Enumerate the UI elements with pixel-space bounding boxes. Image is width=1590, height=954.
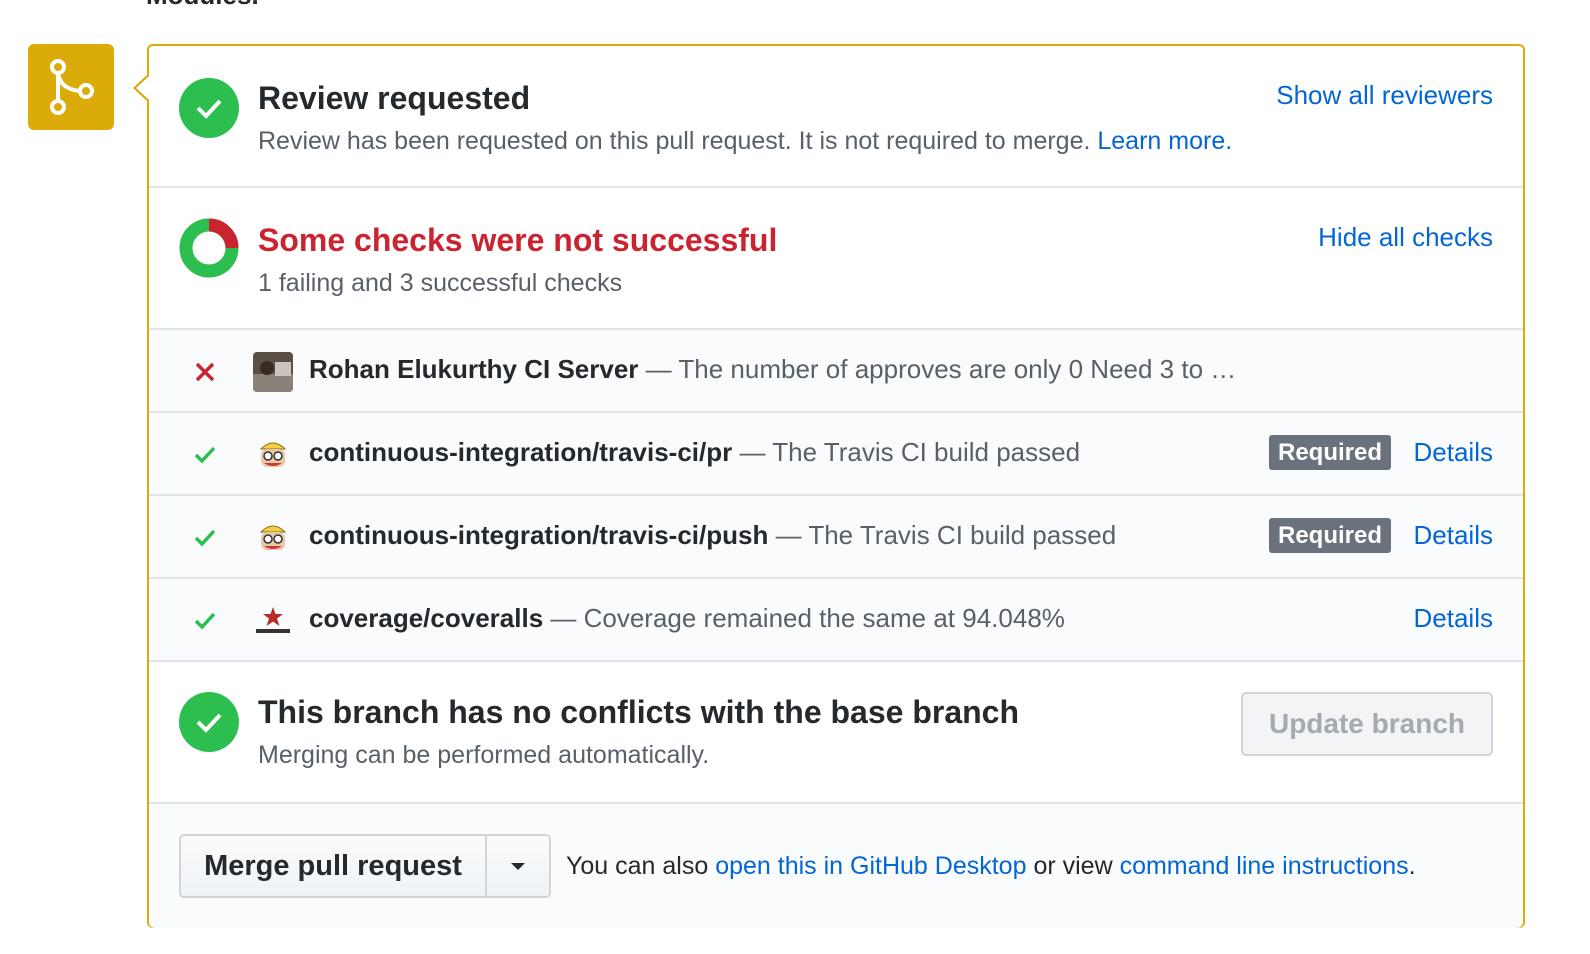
travis-ci-avatar — [253, 518, 293, 558]
update-branch-button[interactable]: Update branch — [1241, 692, 1493, 756]
coveralls-avatar — [253, 601, 293, 641]
check-text: continuous-integration/travis-ci/push — … — [309, 520, 1116, 551]
merge-status-panel: Review requested Review has been request… — [147, 44, 1525, 928]
merge-actions-section: Merge pull request You can also open thi… — [149, 804, 1523, 928]
check-circle-icon — [179, 78, 239, 138]
details-link[interactable]: Details — [1414, 437, 1493, 468]
merge-button-group: Merge pull request — [179, 834, 551, 898]
avatar — [253, 352, 293, 392]
check-text: continuous-integration/travis-ci/pr — Th… — [309, 437, 1080, 468]
github-desktop-link[interactable]: open this in GitHub Desktop — [715, 852, 1026, 880]
check-row: continuous-integration/travis-ci/push — … — [149, 496, 1523, 579]
review-description: Review has been requested on this pull r… — [258, 127, 1233, 155]
merge-options-dropdown[interactable] — [487, 836, 549, 896]
previous-comment-fragment: Modules. — [146, 0, 259, 11]
command-line-instructions-link[interactable]: command line instructions — [1120, 852, 1409, 880]
check-description: — The Travis CI build passed — [768, 520, 1117, 550]
check-icon — [191, 524, 219, 552]
check-circle-icon — [179, 692, 239, 752]
travis-ci-avatar — [253, 435, 293, 475]
show-all-reviewers-link[interactable]: Show all reviewers — [1276, 80, 1493, 111]
check-context: coverage/coveralls — [309, 603, 544, 633]
details-link[interactable]: Details — [1414, 520, 1493, 551]
check-icon — [191, 607, 219, 635]
required-badge: Required — [1268, 435, 1391, 470]
partial-status-ring-icon — [179, 218, 239, 278]
learn-more-link[interactable]: Learn more. — [1097, 127, 1232, 155]
review-title: Review requested — [258, 80, 531, 116]
hide-all-checks-link[interactable]: Hide all checks — [1318, 222, 1493, 253]
chevron-down-icon — [511, 863, 525, 870]
check-description: — The Travis CI build passed — [732, 437, 1081, 467]
branch-status-section: This branch has no conflicts with the ba… — [149, 662, 1523, 804]
checks-section: Some checks were not successful 1 failin… — [149, 188, 1523, 330]
check-row: Rohan Elukurthy CI Server — The number o… — [149, 330, 1523, 413]
check-description: — Coverage remained the same at 94.048% — [543, 603, 1065, 633]
merge-pull-request-button[interactable]: Merge pull request — [181, 836, 487, 896]
checks-summary: 1 failing and 3 successful checks — [258, 269, 623, 297]
details-link[interactable]: Details — [1414, 603, 1493, 634]
check-context: continuous-integration/travis-ci/pr — [309, 437, 733, 467]
check-text: Rohan Elukurthy CI Server — The number o… — [309, 354, 1236, 385]
check-row: continuous-integration/travis-ci/pr — Th… — [149, 413, 1523, 496]
check-text: coverage/coveralls — Coverage remained t… — [309, 603, 1065, 634]
merge-alternatives-note: You can also open this in GitHub Desktop… — [566, 852, 1416, 880]
branch-title: This branch has no conflicts with the ba… — [258, 694, 1020, 730]
checks-title: Some checks were not successful — [258, 222, 778, 258]
check-row: coverage/coveralls — Coverage remained t… — [149, 579, 1523, 662]
x-icon — [191, 358, 219, 386]
review-section: Review requested Review has been request… — [149, 46, 1523, 188]
check-icon — [191, 441, 219, 469]
git-merge-icon — [28, 44, 114, 130]
check-context: Rohan Elukurthy CI Server — [309, 354, 639, 384]
branch-subtitle: Merging can be performed automatically. — [258, 741, 710, 769]
check-description: — The number of approves are only 0 Need… — [638, 354, 1237, 384]
required-badge: Required — [1268, 518, 1391, 553]
check-context: continuous-integration/travis-ci/push — [309, 520, 769, 550]
